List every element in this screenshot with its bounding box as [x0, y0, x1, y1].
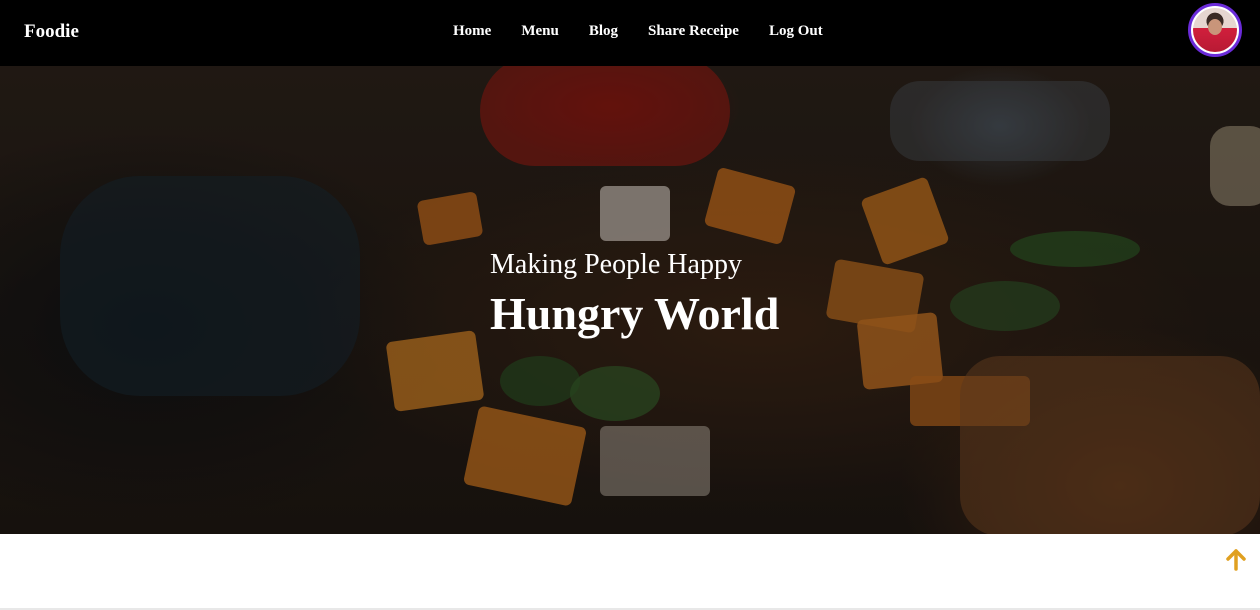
avatar-photo [1193, 8, 1237, 52]
nav-link-log-out[interactable]: Log Out [769, 23, 823, 40]
hero-banner: Making People Happy Hungry World [0, 66, 1260, 534]
brand-logo[interactable]: Foodie [24, 21, 79, 43]
arrow-up-icon [1226, 549, 1246, 571]
user-avatar[interactable] [1188, 3, 1242, 57]
hero-text: Making People Happy Hungry World [490, 249, 779, 340]
scroll-to-top-button[interactable] [1225, 548, 1247, 572]
nav-link-blog[interactable]: Blog [589, 23, 618, 40]
nav-link-home[interactable]: Home [453, 23, 491, 40]
nav-link-share-receipe[interactable]: Share Receipe [648, 23, 739, 40]
nav-link-menu[interactable]: Menu [521, 23, 559, 40]
navbar: Foodie Home Menu Blog Share Receipe Log … [0, 0, 1260, 66]
nav-links: Home Menu Blog Share Receipe Log Out [453, 23, 823, 40]
hero-title: Hungry World [490, 288, 780, 339]
avatar-face [1208, 18, 1222, 35]
hero-subtitle: Making People Happy [490, 249, 742, 280]
